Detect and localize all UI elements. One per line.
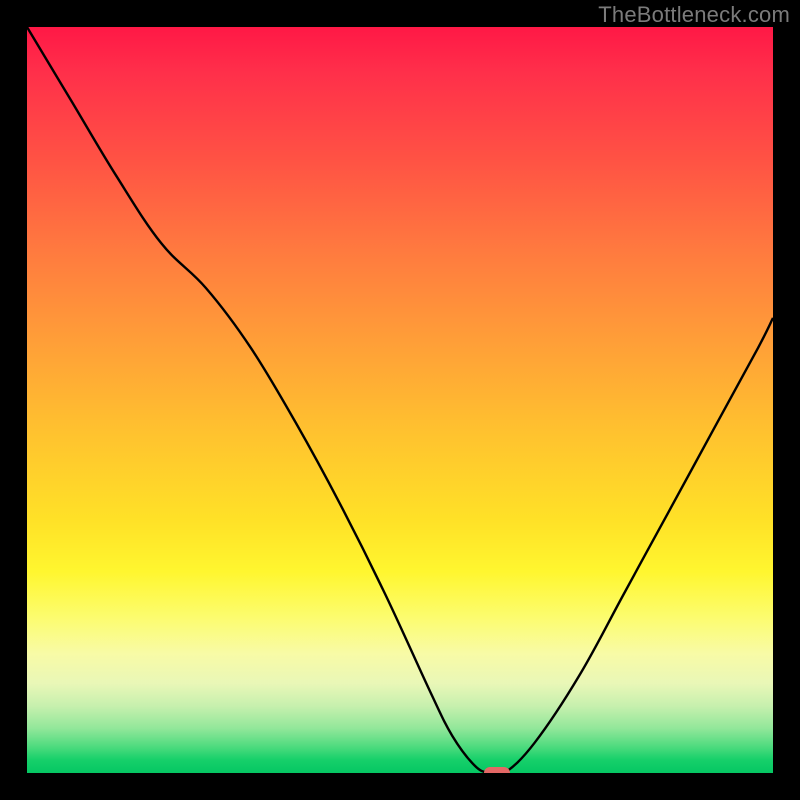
plot-area <box>27 27 773 773</box>
bottleneck-curve <box>27 27 773 773</box>
curve-svg <box>27 27 773 773</box>
watermark-text: TheBottleneck.com <box>598 2 790 28</box>
chart-frame: TheBottleneck.com <box>0 0 800 800</box>
optimal-marker <box>484 767 509 773</box>
